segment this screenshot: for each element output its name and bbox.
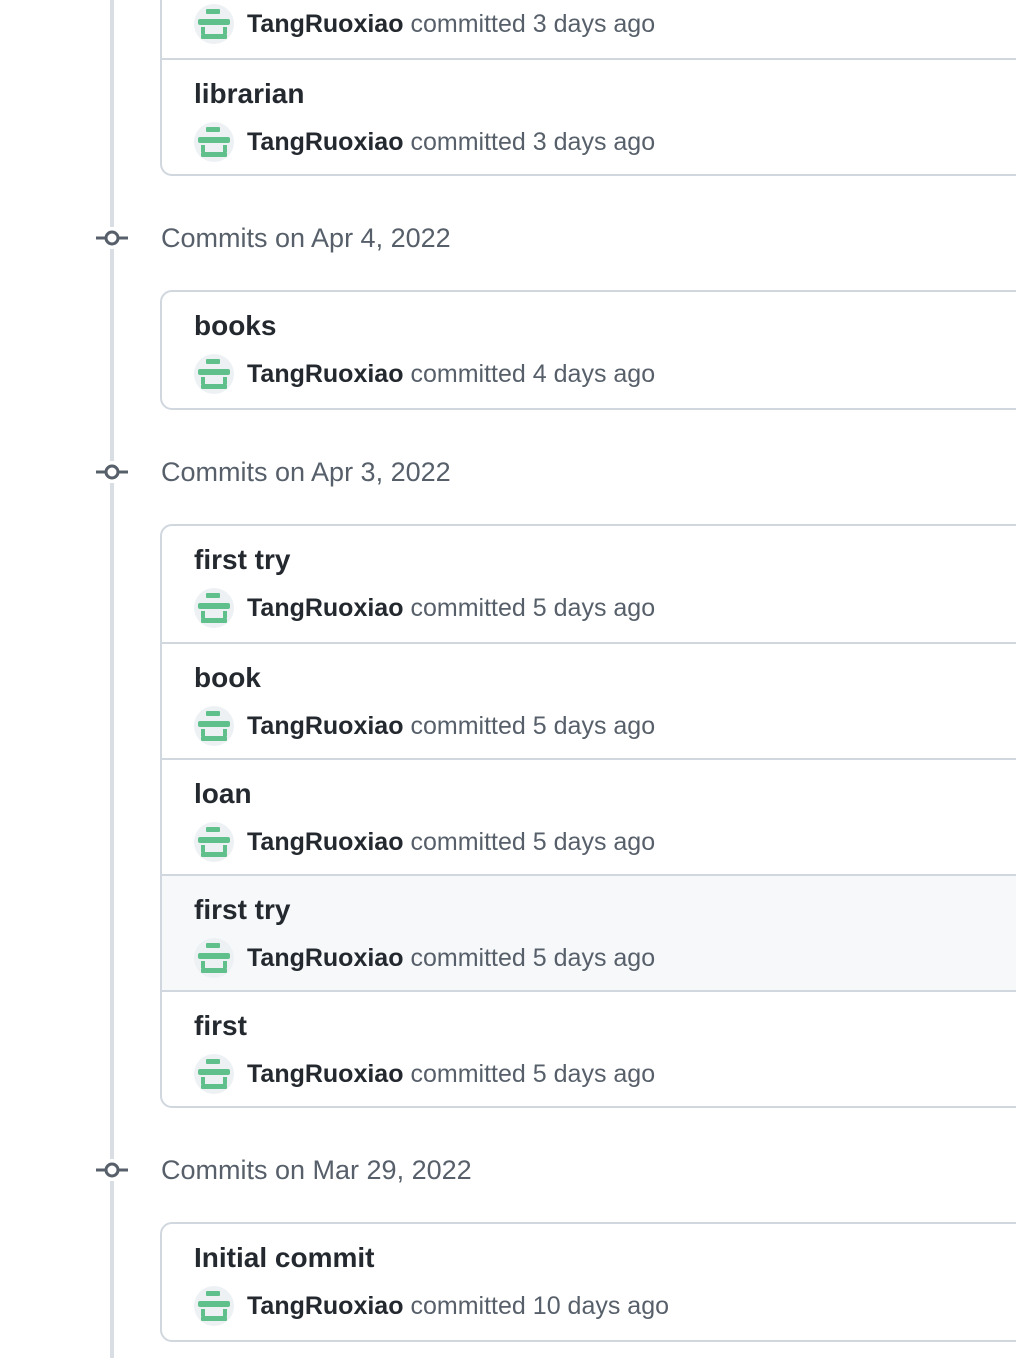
commit-author-link[interactable]: TangRuoxiao (247, 10, 403, 39)
commit-list: first try TangRuoxiao committed 5 days a… (160, 524, 1016, 1108)
commit-meta: TangRuoxiao committed 3 days ago (194, 122, 655, 162)
avatar[interactable] (194, 706, 234, 746)
commit-list: Initial commit TangRuoxiao committed 10 … (160, 1222, 1016, 1342)
commit-meta: TangRuoxiao committed 5 days ago (194, 938, 655, 978)
commit-row[interactable]: Initial commit TangRuoxiao committed 10 … (162, 1224, 1016, 1340)
commit-message-link[interactable]: first (194, 1007, 247, 1045)
commit-verb: committed (410, 943, 526, 972)
commit-message-link[interactable]: Initial commit (194, 1239, 374, 1277)
commit-verb: committed (410, 9, 526, 38)
commit-row[interactable]: loan TangRuoxiao committed 5 days ago (162, 758, 1016, 874)
commit-message-link[interactable]: books (194, 307, 276, 345)
commit-time[interactable]: 5 days ago (533, 594, 655, 623)
commit-meta: TangRuoxiao committed 5 days ago (194, 822, 655, 862)
commit-message-link[interactable]: first try (194, 891, 290, 929)
commit-group-header: Commits on Mar 29, 2022 (0, 1150, 1016, 1190)
avatar[interactable] (194, 122, 234, 162)
commit-message-link[interactable]: librarian (194, 75, 304, 113)
commit-message-link[interactable]: loan (194, 775, 252, 813)
commit-meta: TangRuoxiao committed 5 days ago (194, 1054, 655, 1094)
commit-meta: TangRuoxiao committed 5 days ago (194, 706, 655, 746)
git-commit-icon (96, 1159, 128, 1181)
commit-time[interactable]: 3 days ago (533, 10, 655, 39)
commit-verb: committed (410, 127, 526, 156)
commit-time[interactable]: 5 days ago (533, 712, 655, 741)
commit-author-link[interactable]: TangRuoxiao (247, 1060, 403, 1089)
commit-meta: TangRuoxiao committed 5 days ago (194, 588, 655, 628)
commit-row[interactable]: book TangRuoxiao committed 5 days ago (162, 642, 1016, 758)
avatar[interactable] (194, 822, 234, 862)
avatar[interactable] (194, 588, 234, 628)
avatar[interactable] (194, 1286, 234, 1326)
commit-history: TangRuoxiao committed 3 days ago librari… (0, 0, 1016, 1370)
avatar[interactable] (194, 938, 234, 978)
commit-message-link[interactable]: first try (194, 541, 290, 579)
commit-author-link[interactable]: TangRuoxiao (247, 944, 403, 973)
commit-author-link[interactable]: TangRuoxiao (247, 594, 403, 623)
commit-group-date: Commits on Apr 4, 2022 (161, 223, 451, 253)
commit-list-top: TangRuoxiao committed 3 days ago librari… (160, 0, 1016, 176)
commit-author-link[interactable]: TangRuoxiao (247, 360, 403, 389)
commit-group-date: Commits on Mar 29, 2022 (161, 1155, 472, 1185)
commit-list: books TangRuoxiao committed 4 days ago (160, 290, 1016, 410)
commit-time[interactable]: 5 days ago (533, 944, 655, 973)
commit-author-link[interactable]: TangRuoxiao (247, 828, 403, 857)
commit-verb: committed (410, 1059, 526, 1088)
git-commit-icon (96, 227, 128, 249)
commit-group-header: Commits on Apr 3, 2022 (0, 452, 1016, 492)
commit-row[interactable]: first TangRuoxiao committed 5 days ago (162, 990, 1016, 1106)
commit-verb: committed (410, 359, 526, 388)
commit-author-link[interactable]: TangRuoxiao (247, 128, 403, 157)
commit-row[interactable]: TangRuoxiao committed 3 days ago (162, 0, 1016, 58)
commit-meta: TangRuoxiao committed 3 days ago (194, 4, 655, 44)
avatar[interactable] (194, 4, 234, 44)
commit-row[interactable]: books TangRuoxiao committed 4 days ago (162, 292, 1016, 408)
commit-time[interactable]: 4 days ago (533, 360, 655, 389)
commit-author-link[interactable]: TangRuoxiao (247, 712, 403, 741)
commit-time[interactable]: 5 days ago (533, 828, 655, 857)
git-commit-icon (96, 461, 128, 483)
avatar[interactable] (194, 354, 234, 394)
commit-message-link[interactable]: book (194, 659, 261, 697)
commit-verb: committed (410, 1291, 526, 1320)
avatar[interactable] (194, 1054, 234, 1094)
commit-row[interactable]: librarian TangRuoxiao committed 3 days a… (162, 58, 1016, 174)
commit-meta: TangRuoxiao committed 4 days ago (194, 354, 655, 394)
commit-group-header: Commits on Apr 4, 2022 (0, 218, 1016, 258)
commit-verb: committed (410, 827, 526, 856)
commit-row[interactable]: first try TangRuoxiao committed 5 days a… (162, 526, 1016, 642)
commit-verb: committed (410, 593, 526, 622)
commit-time[interactable]: 5 days ago (533, 1060, 655, 1089)
commit-verb: committed (410, 711, 526, 740)
commit-group-date: Commits on Apr 3, 2022 (161, 457, 451, 487)
commit-row[interactable]: first try TangRuoxiao committed 5 days a… (162, 874, 1016, 990)
commit-time[interactable]: 10 days ago (533, 1292, 669, 1321)
commit-meta: TangRuoxiao committed 10 days ago (194, 1286, 669, 1326)
commit-time[interactable]: 3 days ago (533, 128, 655, 157)
commit-author-link[interactable]: TangRuoxiao (247, 1292, 403, 1321)
